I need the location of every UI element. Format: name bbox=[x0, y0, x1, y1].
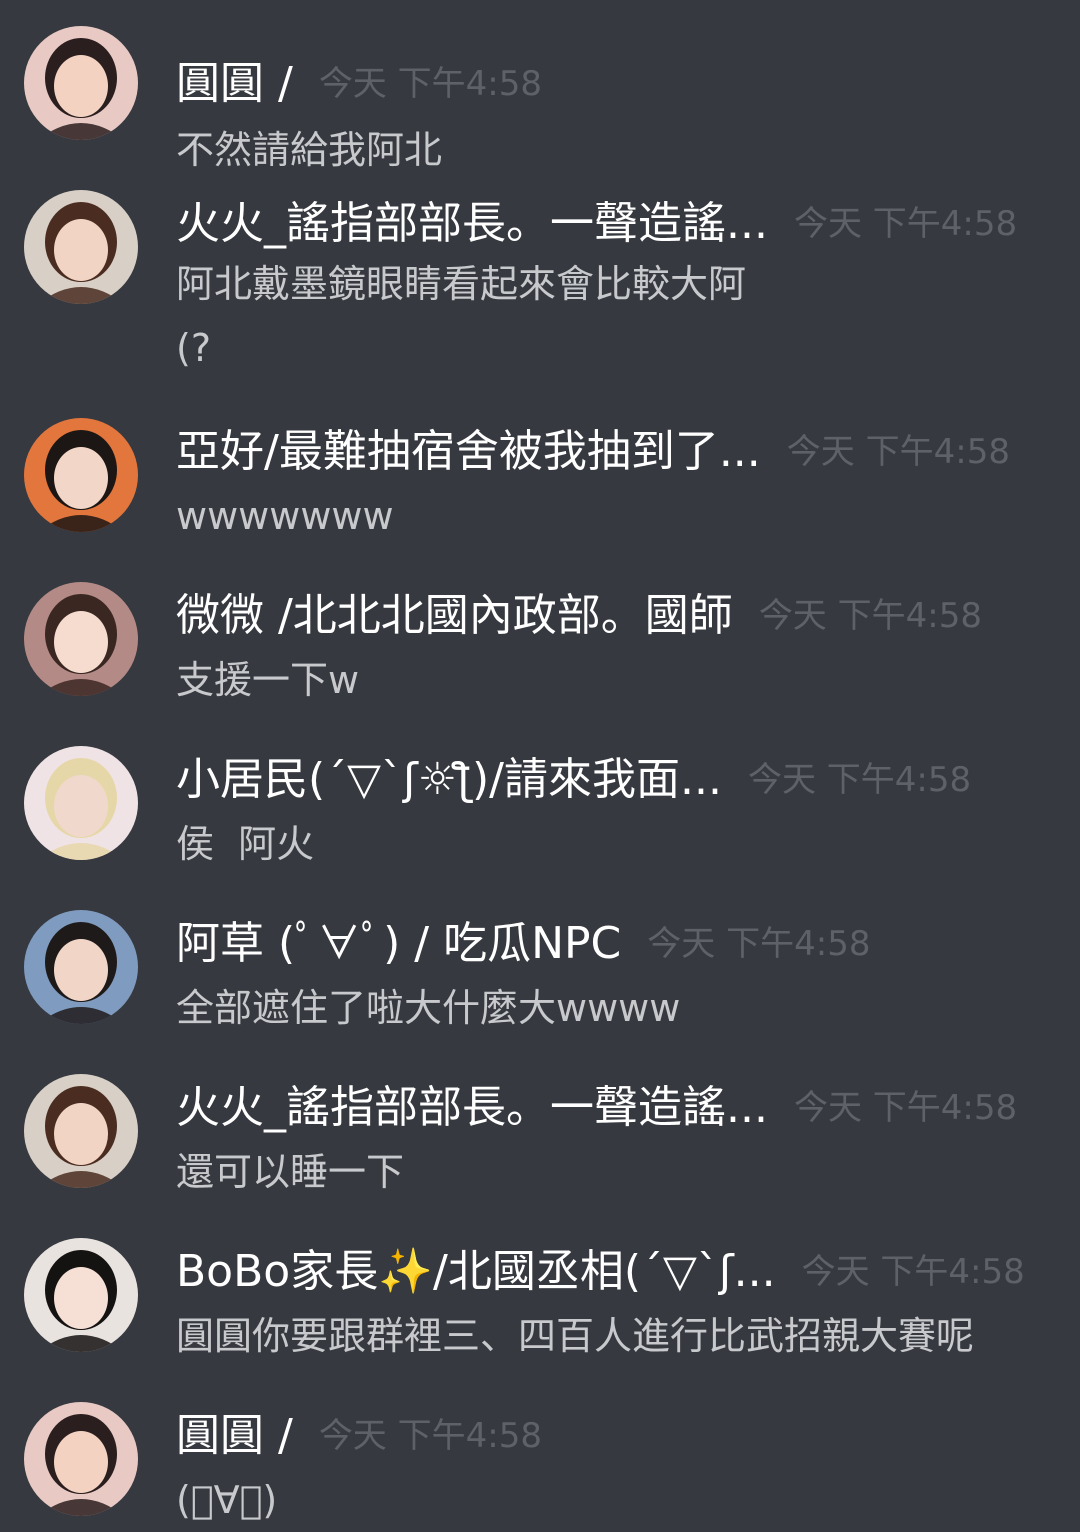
avatar-huohuo-2[interactable] bbox=[24, 1074, 138, 1188]
timestamp: 今天 下午4:58 bbox=[793, 204, 1018, 244]
message-header: 圓圓 / 今天 下午4:58 bbox=[176, 1406, 542, 1466]
avatar-image bbox=[24, 1074, 138, 1188]
timestamp: 今天 下午4:58 bbox=[801, 1252, 1025, 1292]
username[interactable]: 微微 /北北北國內政部。國師 bbox=[176, 586, 733, 646]
message-header: 亞好/最難抽宿舍被我抽到了... 今天 下午4:58 bbox=[176, 422, 1010, 482]
avatar-yahao[interactable] bbox=[24, 418, 138, 532]
avatar-image bbox=[24, 26, 138, 140]
avatar-yuanyuan-2[interactable] bbox=[24, 1402, 138, 1516]
message-header: 圓圓 / 今天 下午4:58 bbox=[176, 54, 542, 114]
avatar-face bbox=[54, 1103, 108, 1165]
username[interactable]: 圓圓 / bbox=[176, 1406, 293, 1466]
message-content: (ﾟ∀ﾟ) bbox=[176, 1478, 278, 1522]
avatar-huohuo[interactable] bbox=[24, 190, 138, 304]
avatar-yuanyuan[interactable] bbox=[24, 26, 138, 140]
username[interactable]: 阿草 (ﾟ∀ﾟ) / 吃瓜NPC bbox=[176, 914, 621, 974]
avatar-image bbox=[24, 746, 138, 860]
message-content: wwwwwww bbox=[176, 494, 394, 538]
username[interactable]: 小居民(´▽`ʃ☼ƪ)/請來我面... bbox=[176, 750, 722, 810]
avatar-face bbox=[54, 55, 108, 117]
timestamp: 今天 下午4:58 bbox=[786, 432, 1010, 472]
timestamp: 今天 下午4:58 bbox=[793, 1088, 1018, 1128]
avatar-face bbox=[54, 219, 108, 281]
timestamp: 今天 下午4:58 bbox=[747, 760, 972, 800]
avatar-bobo[interactable] bbox=[24, 1238, 138, 1352]
avatar-image bbox=[24, 418, 138, 532]
message-header: 火火_謠指部部長。一聲造謠... 今天 下午4:58 bbox=[176, 1078, 1017, 1138]
message-header: BoBo家長✨/北國丞相(´▽`ʃ... 今天 下午4:58 bbox=[176, 1242, 1025, 1302]
message-content: 不然請給我阿北 bbox=[176, 128, 443, 172]
timestamp: 今天 下午4:58 bbox=[318, 64, 542, 104]
avatar-face bbox=[54, 775, 108, 837]
avatar-face bbox=[54, 611, 108, 673]
message-header: 小居民(´▽`ʃ☼ƪ)/請來我面... 今天 下午4:58 bbox=[176, 750, 971, 810]
message-content: 還可以睡一下 bbox=[176, 1150, 405, 1194]
avatar-image bbox=[24, 582, 138, 696]
timestamp: 今天 下午4:58 bbox=[647, 924, 871, 964]
avatar-image bbox=[24, 1238, 138, 1352]
username[interactable]: 亞好/最難抽宿舍被我抽到了... bbox=[176, 422, 761, 482]
avatar-image bbox=[24, 190, 138, 304]
message-content: 圓圓你要跟群裡三、四百人進行比武招親大賽呢 bbox=[176, 1314, 975, 1358]
message-content: 全部遮住了啦大什麼大wwww bbox=[176, 986, 681, 1030]
avatar-image bbox=[24, 910, 138, 1024]
message-content: 阿北戴墨鏡眼睛看起來會比較大阿 (? bbox=[176, 262, 747, 370]
message-content: 支援一下w bbox=[176, 658, 360, 702]
timestamp: 今天 下午4:58 bbox=[318, 1416, 542, 1456]
timestamp: 今天 下午4:58 bbox=[758, 596, 982, 636]
username[interactable]: 火火_謠指部部長。一聲造謠... bbox=[176, 1078, 768, 1138]
avatar-xiaojumin[interactable] bbox=[24, 746, 138, 860]
message-header: 微微 /北北北國內政部。國師 今天 下午4:58 bbox=[176, 586, 982, 646]
sparkle-icon: ✨ bbox=[378, 1246, 434, 1297]
avatar-acao[interactable] bbox=[24, 910, 138, 1024]
avatar-face bbox=[54, 447, 108, 509]
message-header: 火火_謠指部部長。一聲造謠... 今天 下午4:58 bbox=[176, 194, 1017, 254]
avatar-weiwei[interactable] bbox=[24, 582, 138, 696]
avatar-face bbox=[54, 1267, 108, 1329]
message-header: 阿草 (ﾟ∀ﾟ) / 吃瓜NPC 今天 下午4:58 bbox=[176, 914, 870, 974]
avatar-face bbox=[54, 939, 108, 1001]
avatar-image bbox=[24, 1402, 138, 1516]
avatar-face bbox=[54, 1431, 108, 1493]
message-content: 侯 阿火 bbox=[176, 822, 315, 866]
username[interactable]: 火火_謠指部部長。一聲造謠... bbox=[176, 194, 768, 254]
username[interactable]: 圓圓 / bbox=[176, 54, 293, 114]
username[interactable]: BoBo家長✨/北國丞相(´▽`ʃ... bbox=[176, 1242, 776, 1302]
